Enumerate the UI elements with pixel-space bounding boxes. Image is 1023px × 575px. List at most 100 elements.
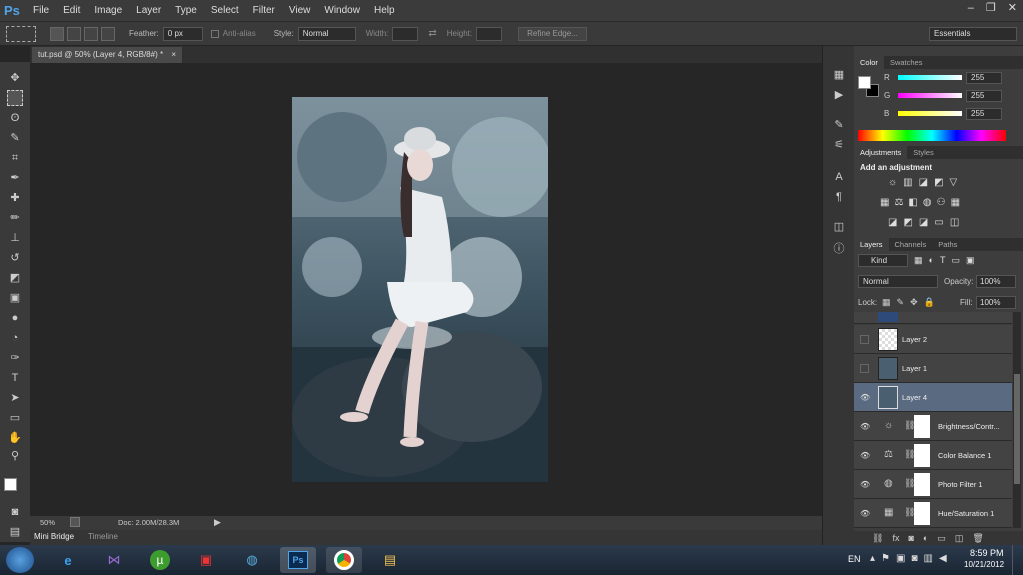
status-icon[interactable] (70, 517, 80, 527)
tray-security-icon[interactable]: ◙ (911, 553, 917, 564)
quick-mask-icon[interactable]: ◙ (7, 504, 23, 520)
brightness-icon[interactable]: ☼ (888, 177, 897, 188)
close-button[interactable]: ✕ (1008, 0, 1017, 16)
add-selection-icon[interactable] (67, 26, 81, 41)
path-select-icon[interactable]: ➤ (7, 390, 23, 406)
dodge-tool-icon[interactable]: ◔ (7, 330, 23, 346)
healing-brush-icon[interactable]: ✚ (7, 190, 23, 206)
new-selection-icon[interactable] (50, 26, 64, 41)
type-tool-icon[interactable]: T (7, 370, 23, 386)
menu-layer[interactable]: Layer (129, 0, 168, 22)
swap-icon[interactable]: ⇄ (428, 28, 436, 39)
filter-adjustment-icon[interactable]: ◐ (929, 255, 934, 266)
history-brush-icon[interactable]: ↺ (7, 250, 23, 266)
vibrance-icon[interactable]: ▽ (950, 177, 958, 188)
fx-icon[interactable]: fx (892, 531, 899, 546)
eraser-tool-icon[interactable]: ◩ (7, 270, 23, 286)
layer-row[interactable]: 👁 ☼ ⛓ Brightness/Contr... (854, 412, 1012, 441)
minimize-button[interactable]: – (968, 0, 974, 16)
new-group-icon[interactable]: ▭ (937, 531, 946, 546)
screen-mode-icon[interactable]: ▤ (7, 524, 23, 540)
posterize-icon[interactable]: ◩ (903, 217, 912, 228)
pen-tool-icon[interactable]: ✑ (7, 350, 23, 366)
width-input[interactable] (392, 26, 419, 41)
restore-button[interactable]: ❐ (986, 0, 996, 16)
layer-row[interactable]: 👁 ⚖ ⛓ Color Balance 1 (854, 441, 1012, 470)
fill-input[interactable]: 100% (976, 296, 1016, 309)
delete-layer-icon[interactable]: 🗑 (972, 531, 983, 546)
g-slider[interactable] (898, 93, 962, 98)
brush-panel-icon[interactable]: ✎ (831, 118, 847, 132)
filter-pixel-icon[interactable]: ▦ (914, 255, 923, 266)
marquee-tool-preset-icon[interactable] (6, 25, 36, 42)
tab-color[interactable]: Color (854, 56, 884, 69)
menu-view[interactable]: View (282, 0, 318, 22)
new-layer-icon[interactable]: ◫ (955, 531, 964, 546)
lock-pixels-icon[interactable]: ✎ (897, 297, 905, 308)
r-slider[interactable] (898, 75, 962, 80)
eye-icon[interactable]: 👁 (860, 451, 870, 460)
hue-saturation-icon[interactable]: ▦ (880, 197, 889, 208)
tab-paths[interactable]: Paths (932, 238, 963, 251)
document-tab-close[interactable]: × (171, 50, 176, 59)
document-image[interactable] (292, 97, 548, 482)
add-mask-icon[interactable]: ◙ (908, 531, 913, 546)
layer-row-partial[interactable] (854, 312, 1012, 324)
exposure-icon[interactable]: ◩ (934, 177, 943, 188)
eye-icon[interactable]: 👁 (860, 393, 870, 402)
menu-edit[interactable]: Edit (56, 0, 87, 22)
tray-app-icon[interactable]: ▣ (896, 553, 905, 564)
visibility-toggle[interactable] (860, 364, 869, 373)
rectangle-tool-icon[interactable]: ▭ (7, 410, 23, 426)
marquee-tool-icon[interactable] (7, 90, 23, 106)
network-app-icon[interactable]: ◍ (234, 547, 270, 573)
style-select[interactable]: Normal (297, 26, 356, 41)
tab-swatches[interactable]: Swatches (884, 56, 929, 69)
layer-mask-thumbnail[interactable] (914, 444, 930, 467)
foreground-color-swatch[interactable] (4, 478, 17, 491)
menu-window[interactable]: Window (317, 0, 367, 22)
eye-icon[interactable]: 👁 (860, 509, 870, 518)
filter-shape-icon[interactable]: ▭ (951, 255, 960, 266)
layer-filter-kind[interactable]: Kind (858, 254, 908, 267)
layer-name[interactable]: Hue/Saturation 1 (938, 499, 994, 528)
link-layers-icon[interactable]: ⛓ (872, 531, 883, 546)
lasso-tool-icon[interactable]: ʘ (7, 110, 23, 126)
crop-tool-icon[interactable]: ⌗ (7, 150, 23, 166)
curves-icon[interactable]: ◪ (919, 177, 928, 188)
tray-chevron-icon[interactable]: ▴ (870, 553, 875, 564)
move-tool-icon[interactable]: ✥ (7, 70, 23, 86)
lock-position-icon[interactable]: ✥ (910, 297, 918, 308)
tray-flag-icon[interactable]: ⚑ (881, 553, 890, 564)
layers-scrollbar[interactable] (1013, 312, 1021, 528)
brush-tool-icon[interactable]: ✏ (7, 210, 23, 226)
menu-type[interactable]: Type (168, 0, 204, 22)
tab-adjustments[interactable]: Adjustments (854, 146, 908, 159)
history-panel-icon[interactable]: ▦ (831, 68, 847, 82)
photoshop-taskbar-icon[interactable]: Ps (280, 547, 316, 573)
layer-row[interactable]: 👁 ◍ ⛓ Photo Filter 1 (854, 470, 1012, 499)
layer-mask-thumbnail[interactable] (914, 415, 930, 438)
clone-stamp-icon[interactable]: ⊥ (7, 230, 23, 246)
layer-name[interactable]: Color Balance 1 (938, 441, 991, 470)
black-white-icon[interactable]: ◧ (908, 197, 917, 208)
color-spectrum-bar[interactable] (858, 130, 1006, 141)
subtract-selection-icon[interactable] (84, 26, 98, 41)
layer-row[interactable]: Layer 2 (854, 325, 1012, 354)
lock-transparency-icon[interactable]: ▦ (882, 297, 891, 308)
opacity-input[interactable]: 100% (976, 275, 1016, 288)
layer-row[interactable]: 👁 ▦ ⛓ Hue/Saturation 1 (854, 499, 1012, 528)
internet-explorer-icon[interactable]: e (50, 547, 86, 573)
filter-smart-icon[interactable]: ▣ (966, 255, 975, 266)
levels-icon[interactable]: ▥ (903, 177, 912, 188)
intersect-selection-icon[interactable] (101, 26, 115, 41)
status-menu-arrow-icon[interactable]: ▶ (214, 517, 221, 528)
layer-name[interactable]: Photo Filter 1 (938, 470, 983, 499)
layer-row-selected[interactable]: 👁 Layer 4 (854, 383, 1012, 412)
language-indicator[interactable]: EN (848, 554, 861, 564)
eye-icon[interactable]: 👁 (860, 480, 870, 489)
visibility-toggle[interactable] (860, 335, 869, 344)
layer-mask-thumbnail[interactable] (914, 473, 930, 496)
zoom-level[interactable]: 50% (40, 518, 55, 527)
document-tab[interactable]: tut.psd @ 50% (Layer 4, RGB/8#) * × (32, 47, 182, 63)
